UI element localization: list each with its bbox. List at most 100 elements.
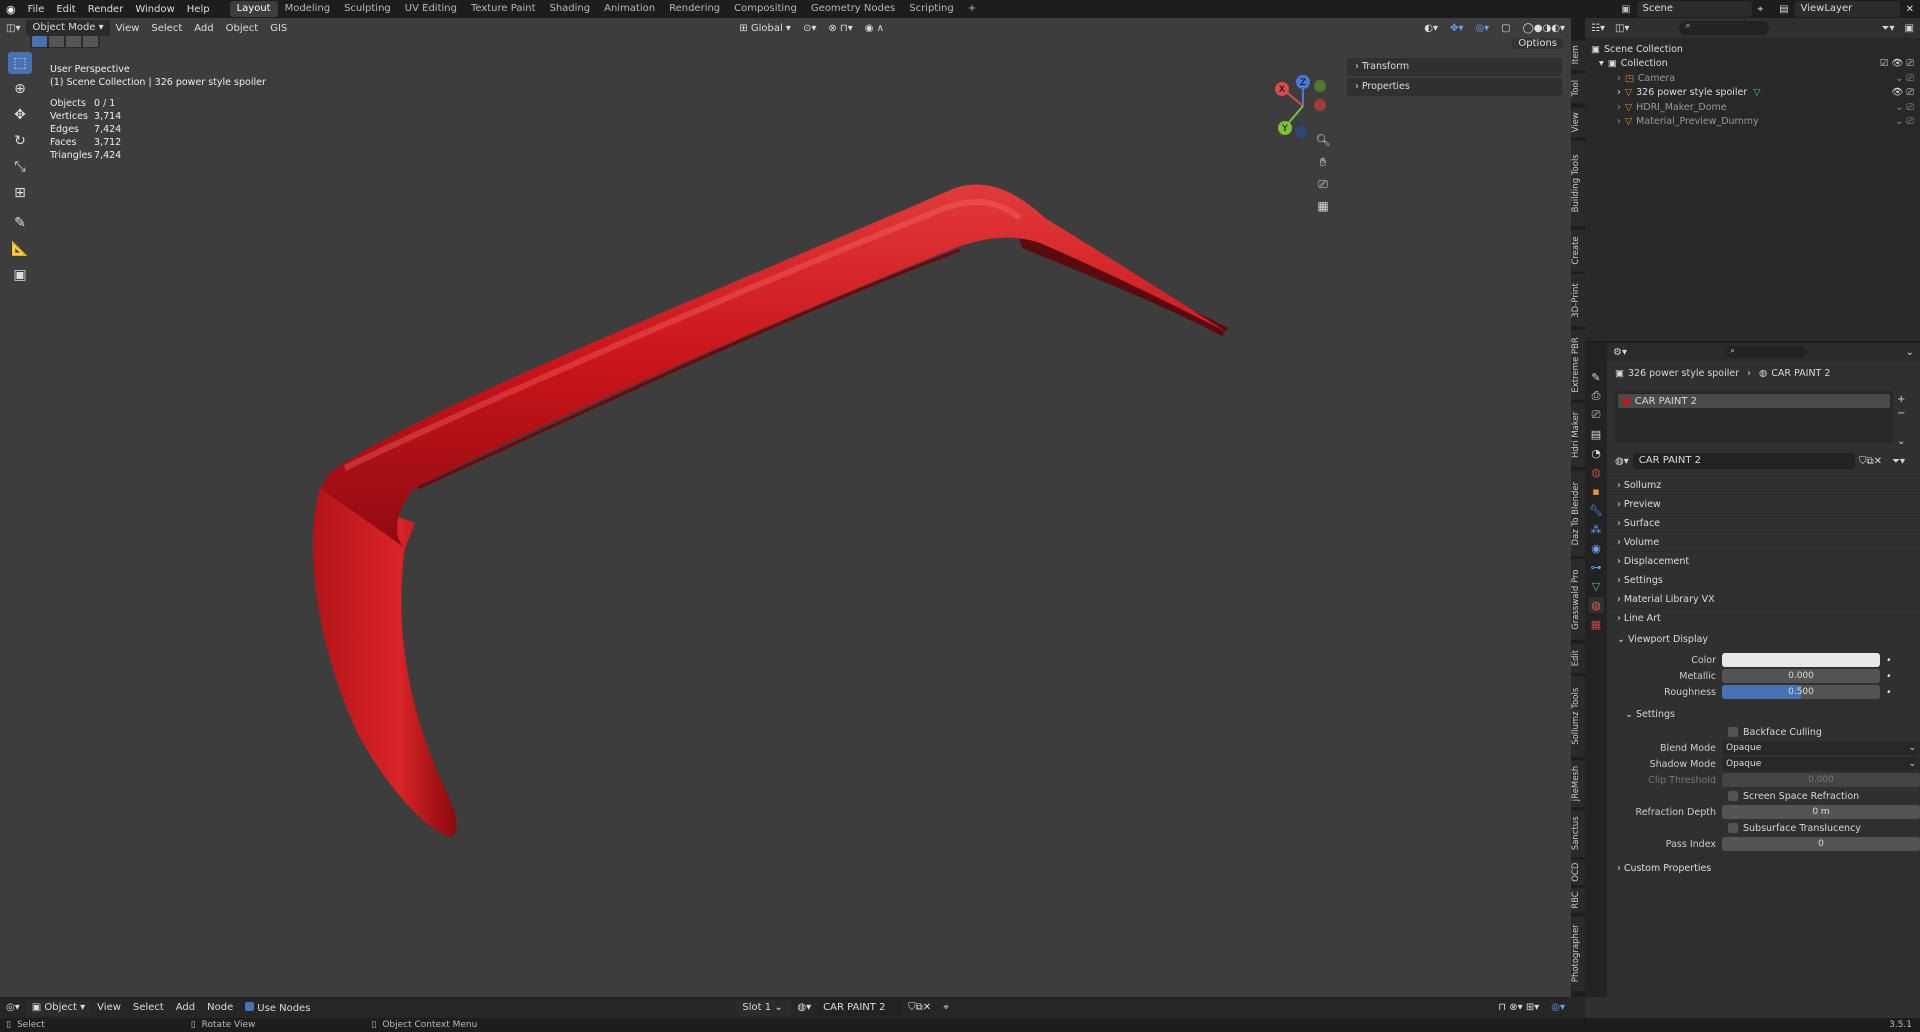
sidebar-tab-sanctus[interactable]: Sanctus xyxy=(1571,810,1585,858)
shader-editor-type-icon[interactable]: ◎▾ xyxy=(0,1002,26,1013)
outliner-spoiler[interactable]: › ▽ 326 power style spoiler ▽ 👁︎ ⎚ xyxy=(1591,86,1914,101)
menu-render[interactable]: Render xyxy=(82,4,130,15)
sidebar-tab-item[interactable]: Item xyxy=(1571,40,1585,71)
tab-layout[interactable]: Layout xyxy=(229,1,278,17)
ssr-checkbox[interactable]: Screen Space Refraction xyxy=(1607,788,1920,804)
overlay-bottom-icon[interactable]: ◎▾ xyxy=(1545,1002,1571,1013)
material-name-field[interactable]: CAR PAINT 2 xyxy=(1632,453,1855,469)
world-tab-icon[interactable]: ◍ xyxy=(1588,464,1604,480)
transform-panel[interactable]: › Transform xyxy=(1347,58,1562,76)
tab-shading[interactable]: Shading xyxy=(542,1,597,17)
display-mode-icon[interactable]: ◫▾ xyxy=(1615,23,1629,34)
shadow-mode-select[interactable]: Opaque ⌄ xyxy=(1722,757,1920,771)
properties-editor-icon[interactable]: ⚙▾ xyxy=(1613,347,1627,358)
sidebar-tab-photographer[interactable]: Photographer xyxy=(1571,916,1585,992)
use-nodes-toggle[interactable]: Use Nodes xyxy=(239,1001,316,1014)
section-line-art[interactable]: › Line Art xyxy=(1607,608,1920,627)
properties-panel[interactable]: › Properties xyxy=(1347,78,1562,96)
pin-material-icon[interactable]: ⏷▾ xyxy=(1892,456,1905,467)
outliner-editor-icon[interactable]: ☷▾ xyxy=(1591,23,1605,34)
menu-file[interactable]: File xyxy=(22,4,51,15)
material-name-bottom[interactable]: CAR PAINT 2 xyxy=(817,999,903,1016)
outliner-scene-collection[interactable]: ▣ Scene Collection xyxy=(1591,42,1914,57)
section-settings[interactable]: › Settings xyxy=(1607,570,1920,589)
sst-checkbox[interactable]: Subsurface Translucency xyxy=(1607,820,1920,836)
section-volume[interactable]: › Volume xyxy=(1607,532,1920,551)
sidebar-tab-grasswald-pro[interactable]: Grasswald Pro xyxy=(1571,559,1585,640)
material-actions-icon[interactable]: ⛉⧉✕ xyxy=(902,1002,937,1013)
view-layer-selector[interactable]: ViewLayer xyxy=(1794,1,1900,17)
pan-hand-icon[interactable]: ✋︎ xyxy=(1314,155,1332,177)
sidebar-tab-view[interactable]: View xyxy=(1571,106,1585,138)
section-surface[interactable]: › Surface xyxy=(1607,513,1920,532)
zoom-icon[interactable]: 🔍︎ xyxy=(1314,133,1332,155)
material-browse-icon[interactable]: ◍▾ xyxy=(1615,456,1629,467)
menu-edit[interactable]: Edit xyxy=(50,4,81,15)
sidebar-tab-3d-print[interactable]: 3D-Print xyxy=(1571,274,1585,327)
properties-search-input[interactable]: ⌕ xyxy=(1726,346,1807,358)
view-layer-tab-icon[interactable]: ▤ xyxy=(1588,426,1604,442)
tab-modeling[interactable]: Modeling xyxy=(278,1,338,17)
node-menu-add[interactable]: Add xyxy=(170,1002,201,1013)
material-browse-bottom-icon[interactable]: ◍▾ xyxy=(791,1002,817,1013)
spoiler-model[interactable] xyxy=(0,18,1571,997)
tab-animation[interactable]: Animation xyxy=(597,1,662,17)
sidebar-tab-create[interactable]: Create xyxy=(1571,229,1585,272)
snap-bottom-icon[interactable]: ⊓ ⊗▾ ⊞▾ xyxy=(1492,1002,1545,1013)
sidebar-tab-sollumz-tools[interactable]: Sollumz Tools xyxy=(1571,676,1585,757)
color-swatch[interactable] xyxy=(1722,653,1880,667)
metallic-slider[interactable]: 0.000 xyxy=(1722,669,1880,683)
node-menu-view[interactable]: View xyxy=(91,1002,127,1013)
sidebar-tab-hdri-maker[interactable]: Hdri Maker xyxy=(1571,402,1585,467)
material-slot-list[interactable]: ● CAR PAINT 2 xyxy=(1615,391,1893,443)
new-collection-icon[interactable]: ▣ xyxy=(1905,23,1920,34)
sidebar-tab-ocd[interactable]: OCD xyxy=(1571,860,1585,886)
texture-tab-icon[interactable]: ▦ xyxy=(1588,616,1604,632)
particles-tab-icon[interactable]: ⁂ xyxy=(1588,521,1604,537)
material-slot-item[interactable]: ● CAR PAINT 2 xyxy=(1618,394,1890,408)
blender-logo-icon[interactable]: ◉ xyxy=(0,3,22,16)
section-sollumz[interactable]: › Sollumz xyxy=(1607,475,1920,494)
pass-index-input[interactable]: 0 xyxy=(1722,837,1920,851)
close-icon[interactable]: ✕ xyxy=(1900,4,1920,15)
outliner-camera[interactable]: › ◳ Camera ⌄ ⎚ xyxy=(1591,71,1914,86)
filter-icon[interactable]: ⏷▾ xyxy=(1882,23,1895,34)
pin-icon[interactable]: ⌖ xyxy=(1752,4,1770,15)
tab-scripting[interactable]: Scripting xyxy=(902,1,960,17)
roughness-slider[interactable]: 0.500 xyxy=(1722,685,1880,699)
ortho-grid-icon[interactable]: ▦ xyxy=(1314,199,1332,221)
settings-subpanel[interactable]: ⌄ Settings xyxy=(1607,704,1920,724)
sidebar-tab-edit[interactable]: Edit xyxy=(1571,642,1585,674)
menu-help[interactable]: Help xyxy=(181,4,216,15)
slot-controls[interactable]: + − ⌄ xyxy=(1897,393,1905,449)
custom-properties-section[interactable]: › Custom Properties xyxy=(1607,858,1920,877)
tab-compositing[interactable]: Compositing xyxy=(727,1,804,17)
sidebar-tab-tool[interactable]: Tool xyxy=(1571,73,1585,104)
sidebar-tab-daz-to-blender[interactable]: Daz To Blender xyxy=(1571,469,1585,556)
outliner-material-dummy[interactable]: › ▽ Material_Preview_Dummy ⌄ ⎚ xyxy=(1591,115,1914,130)
tab-texture-paint[interactable]: Texture Paint xyxy=(464,1,543,17)
tab-geometry-nodes[interactable]: Geometry Nodes xyxy=(804,1,902,17)
sidebar-tab-building-tools[interactable]: Building Tools xyxy=(1571,140,1585,227)
3d-viewport[interactable]: ◫▾ Object Mode ▾ View Select Add Object GIS … xyxy=(0,18,1571,997)
data-tab-icon[interactable]: ▽ xyxy=(1588,578,1604,594)
section-displacement[interactable]: › Displacement xyxy=(1607,551,1920,570)
fake-user-icon[interactable]: ⛉⧉✕ xyxy=(1859,456,1882,467)
slot-selector[interactable]: Slot 1 ⌄ xyxy=(736,999,792,1016)
camera-view-icon[interactable]: ⎚ xyxy=(1314,177,1332,199)
node-menu-select[interactable]: Select xyxy=(127,1002,170,1013)
constraints-tab-icon[interactable]: ⊶ xyxy=(1588,559,1604,575)
modifier-tab-icon[interactable]: 🔧︎ xyxy=(1588,502,1604,518)
material-tab-icon[interactable]: ◍ xyxy=(1588,597,1604,613)
section-preview[interactable]: › Preview xyxy=(1607,494,1920,513)
refraction-depth-input[interactable]: 0 m xyxy=(1722,805,1920,819)
physics-tab-icon[interactable]: ◉ xyxy=(1588,540,1604,556)
tab-rendering[interactable]: Rendering xyxy=(662,1,727,17)
outliner-hdri-dome[interactable]: › ▽ HDRI_Maker_Dome ⌄ ⎚ xyxy=(1591,100,1914,115)
scene-selector[interactable]: Scene xyxy=(1636,1,1752,17)
scene-tab-icon[interactable]: ◔ xyxy=(1588,445,1604,461)
tool-tab-icon[interactable]: ✎ xyxy=(1588,369,1604,385)
sidebar-tab-rbc[interactable]: RBC xyxy=(1571,888,1585,913)
section-material-library-vx[interactable]: › Material Library VX xyxy=(1607,589,1920,608)
outliner-search-input[interactable]: ⌕ xyxy=(1679,21,1770,35)
